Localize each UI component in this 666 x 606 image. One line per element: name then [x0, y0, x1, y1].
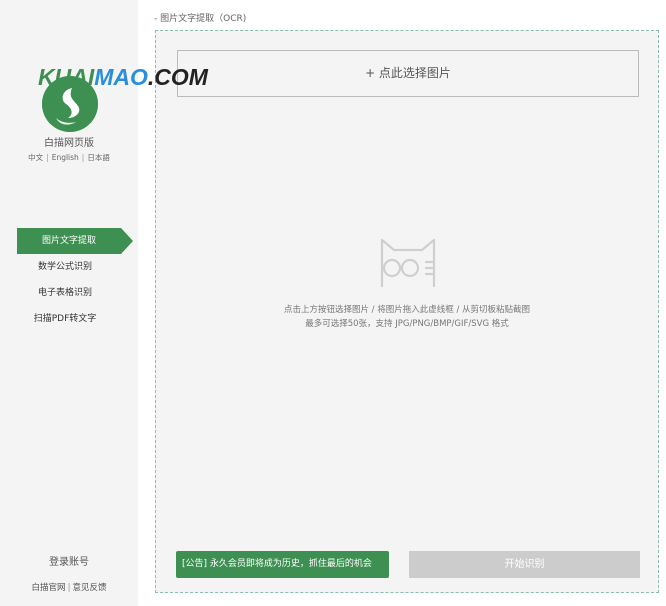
app-name: 白描网页版: [44, 138, 94, 149]
site-watermark: KUAIMAO.COM: [38, 64, 208, 91]
language-switcher: 中文 | English | 日本語: [0, 152, 138, 163]
language-separator: |: [46, 153, 49, 162]
start-recognition-button[interactable]: 开始识别: [409, 551, 640, 578]
language-option-chinese[interactable]: 中文: [28, 153, 43, 162]
announcement-banner[interactable]: [公告] 永久会员即将成为历史，抓住最后的机会: [176, 551, 389, 578]
page-title: - 图片文字提取（OCR): [154, 14, 247, 24]
official-site-link[interactable]: 白描官网: [32, 583, 66, 593]
cat-with-glasses-icon: [378, 236, 438, 298]
nav-item-image-ocr[interactable]: 图片文字提取: [17, 228, 133, 254]
format-hint-text: 最多可选择50张，支持 JPG/PNG/BMP/GIF/SVG 格式: [305, 319, 509, 329]
watermark-part-1: KUAI: [38, 64, 95, 90]
sidebar-footer-links: 白描官网 | 意见反馈: [0, 581, 138, 593]
nav-item-math-formula[interactable]: 数学公式识别: [8, 254, 122, 280]
image-drop-zone[interactable]: + 点此选择图片 点击上方按钮选择图片 / 将图片拖入此虚线框 / 从剪切板粘贴…: [155, 30, 659, 593]
nav-item-pdf-to-text[interactable]: 扫描PDF转文字: [8, 306, 122, 332]
select-image-button[interactable]: + 点此选择图片: [177, 50, 639, 97]
language-separator: |: [81, 153, 85, 162]
footer-separator: |: [67, 583, 71, 593]
feedback-link[interactable]: 意见反馈: [72, 583, 106, 593]
watermark-part-2: MAO: [94, 64, 148, 90]
language-option-japanese[interactable]: 日本語: [87, 153, 110, 162]
language-option-english[interactable]: English: [52, 153, 79, 162]
sidebar-nav: 图片文字提取 数学公式识别 电子表格识别 扫描PDF转文字: [0, 228, 138, 332]
nav-item-spreadsheet[interactable]: 电子表格识别: [8, 280, 122, 306]
upload-hint-text: 点击上方按钮选择图片 / 将图片拖入此虚线框 / 从剪切板粘贴截图: [283, 305, 531, 315]
login-link[interactable]: 登录账号: [0, 553, 138, 568]
watermark-part-3: .COM: [147, 64, 208, 90]
